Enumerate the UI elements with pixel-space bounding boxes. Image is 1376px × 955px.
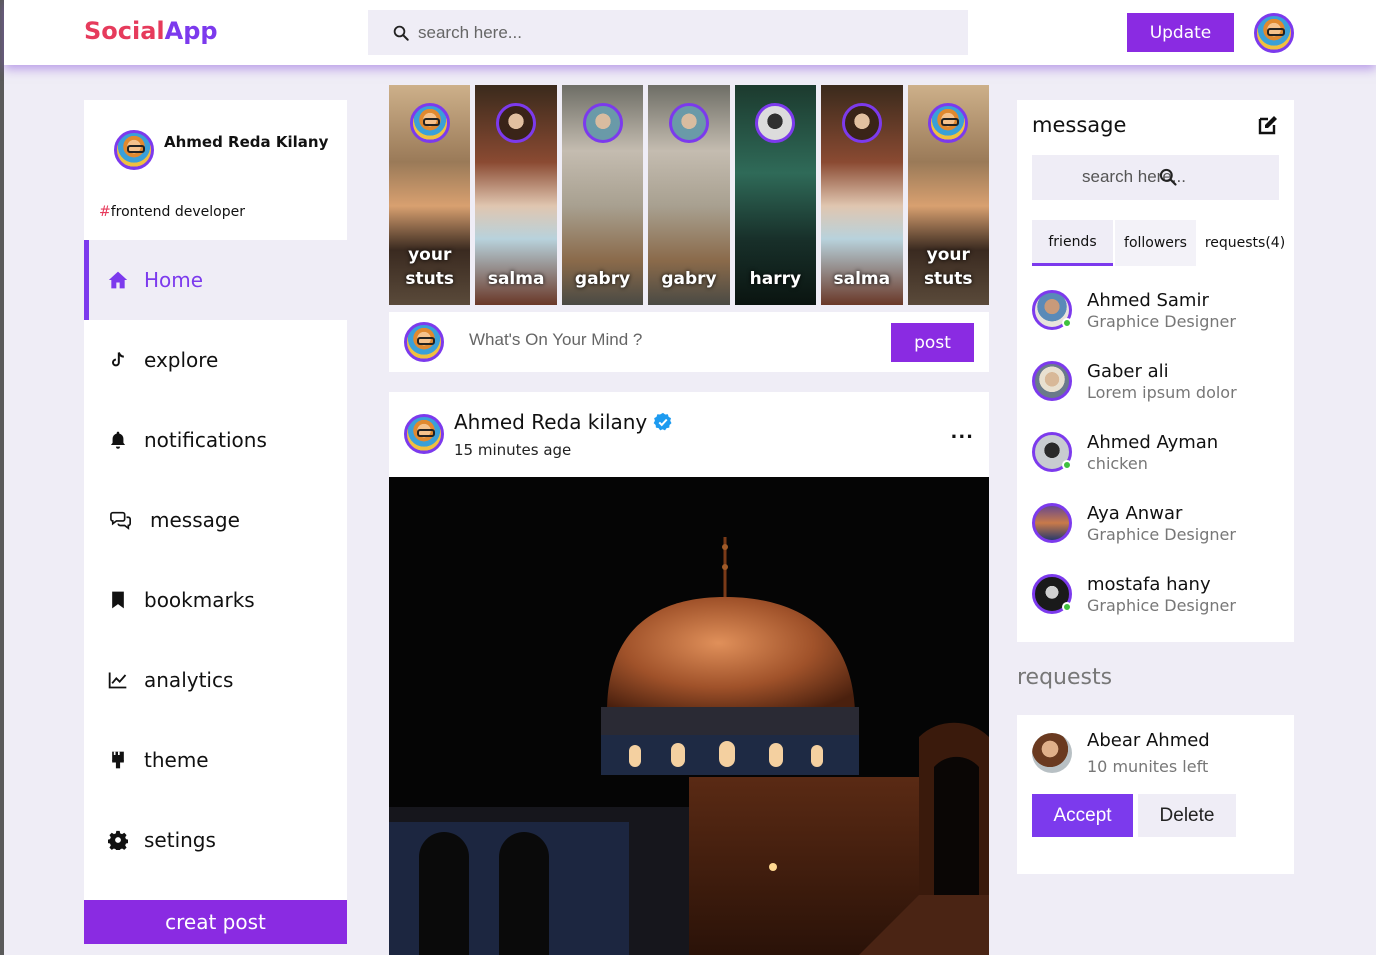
post-time: 15 minutes age xyxy=(454,441,572,459)
sidebar-item-explore[interactable]: explore xyxy=(84,320,347,400)
profile-tag: #frontend developer xyxy=(99,204,245,220)
post-author-avatar[interactable] xyxy=(404,414,444,454)
bookmark-icon xyxy=(112,591,124,609)
window-edge xyxy=(0,0,4,955)
sidebar-item-label: Home xyxy=(144,268,204,292)
request-time: 10 munites left xyxy=(1087,757,1209,776)
online-indicator xyxy=(1062,460,1072,470)
sidebar-item-analytics[interactable]: analytics xyxy=(84,640,347,720)
friend-item[interactable]: Ahmed Ayman chicken xyxy=(1032,430,1282,490)
post-image xyxy=(389,477,989,955)
story-label: gabry xyxy=(574,269,631,289)
tiktok-icon xyxy=(112,352,124,367)
sidebar-item-label: bookmarks xyxy=(144,588,255,612)
search-input[interactable] xyxy=(418,22,918,43)
brush-icon xyxy=(112,751,124,769)
messages-card: message friends followers requests(4) Ah… xyxy=(1017,100,1294,642)
user-avatar[interactable] xyxy=(1254,13,1294,53)
tab-requests[interactable]: requests(4) xyxy=(1198,220,1292,266)
request-name: Abear Ahmed xyxy=(1087,730,1210,751)
more-options-icon[interactable]: ... xyxy=(950,422,974,443)
story-avatar xyxy=(755,103,796,143)
verified-icon xyxy=(653,412,672,431)
profile-avatar xyxy=(114,130,154,170)
gear-icon xyxy=(108,830,128,850)
online-indicator xyxy=(1062,318,1072,328)
tab-friends[interactable]: friends xyxy=(1032,220,1113,266)
sidebar-item-label: message xyxy=(150,508,240,532)
chat-icon xyxy=(110,511,131,530)
online-indicator xyxy=(1062,602,1072,612)
story-card[interactable]: harry xyxy=(734,85,817,305)
friend-avatar xyxy=(1032,503,1072,543)
global-search xyxy=(368,10,968,55)
friend-avatar xyxy=(1032,361,1072,401)
profile-name: Ahmed Reda Kilany xyxy=(164,133,329,151)
message-tabs: friends followers requests(4) xyxy=(1032,220,1294,266)
messages-title: message xyxy=(1032,113,1127,137)
search-icon xyxy=(393,25,409,41)
sidebar-item-settings[interactable]: setings xyxy=(84,800,347,880)
story-avatar xyxy=(841,103,882,143)
sidebar-item-label: analytics xyxy=(144,668,234,692)
story-label: your stuts xyxy=(405,245,454,289)
story-card[interactable]: salma xyxy=(475,85,557,305)
friend-item[interactable]: Aya Anwar Graphice Designer xyxy=(1032,501,1282,561)
sidebar-item-home[interactable]: Home xyxy=(84,240,347,320)
story-avatar xyxy=(582,103,623,143)
dome-of-the-rock-image xyxy=(389,477,989,955)
story-avatar xyxy=(928,103,969,143)
sidebar-item-theme[interactable]: theme xyxy=(84,720,347,800)
message-search xyxy=(1032,155,1279,200)
story-label: harry xyxy=(749,269,802,289)
chart-line-icon xyxy=(108,672,127,689)
story-avatar xyxy=(496,103,537,143)
sidebar-item-label: theme xyxy=(144,748,209,772)
request-avatar xyxy=(1032,733,1072,773)
app-logo[interactable]: SocialApp xyxy=(84,17,218,45)
story-card[interactable]: salma xyxy=(821,85,903,305)
create-post-button[interactable]: creat post xyxy=(84,900,347,944)
requests-title: requests xyxy=(1017,665,1113,690)
stories-strip: your stuts salma gabry gabry harry salma … xyxy=(389,85,989,305)
story-card[interactable]: your stuts xyxy=(907,85,989,305)
post-input[interactable] xyxy=(469,330,869,350)
sidebar-item-notifications[interactable]: notifications xyxy=(84,400,347,480)
sidebar-item-bookmarks[interactable]: bookmarks xyxy=(84,560,347,640)
story-label: gabry xyxy=(661,269,717,289)
sidebar-item-message[interactable]: message xyxy=(84,480,347,560)
profile-card[interactable]: Ahmed Reda Kilany #frontend developer xyxy=(84,100,347,240)
friend-item[interactable]: Ahmed Samir Graphice Designer xyxy=(1032,288,1282,348)
top-navbar: SocialApp Update xyxy=(4,0,1376,65)
sidebar-item-label: setings xyxy=(144,828,216,852)
story-card[interactable]: gabry xyxy=(561,85,644,305)
update-button[interactable]: Update xyxy=(1127,13,1234,52)
story-card[interactable]: gabry xyxy=(648,85,730,305)
story-label: your stuts xyxy=(923,245,973,289)
feed-post: Ahmed Reda kilany 15 minutes age ... xyxy=(389,392,989,955)
tab-followers[interactable]: followers xyxy=(1115,220,1196,266)
composer-avatar xyxy=(404,322,444,362)
delete-button[interactable]: Delete xyxy=(1138,794,1236,837)
story-card[interactable]: your stuts xyxy=(389,85,471,305)
bell-icon xyxy=(110,431,126,449)
post-author[interactable]: Ahmed Reda kilany xyxy=(454,410,673,434)
friend-item[interactable]: Gaber ali Lorem ipsum dolor xyxy=(1032,359,1282,419)
post-composer: post xyxy=(389,312,989,372)
friend-item[interactable]: mostafa hany Graphice Designer xyxy=(1032,572,1282,632)
story-avatar xyxy=(409,103,450,143)
story-avatar xyxy=(668,103,709,143)
request-card: Abear Ahmed 10 munites left Accept Delet… xyxy=(1017,715,1294,874)
story-label: salma xyxy=(487,269,545,289)
post-header: Ahmed Reda kilany 15 minutes age ... xyxy=(389,392,989,477)
edit-icon[interactable] xyxy=(1256,113,1280,137)
sidebar-item-label: notifications xyxy=(144,428,267,452)
sidebar-nav: Home explore notifications message bookm… xyxy=(84,240,347,900)
accept-button[interactable]: Accept xyxy=(1032,794,1133,837)
sidebar-item-label: explore xyxy=(144,348,219,372)
home-icon xyxy=(108,271,128,289)
search-icon xyxy=(1159,168,1177,186)
post-button[interactable]: post xyxy=(891,323,974,362)
story-label: salma xyxy=(833,269,891,289)
